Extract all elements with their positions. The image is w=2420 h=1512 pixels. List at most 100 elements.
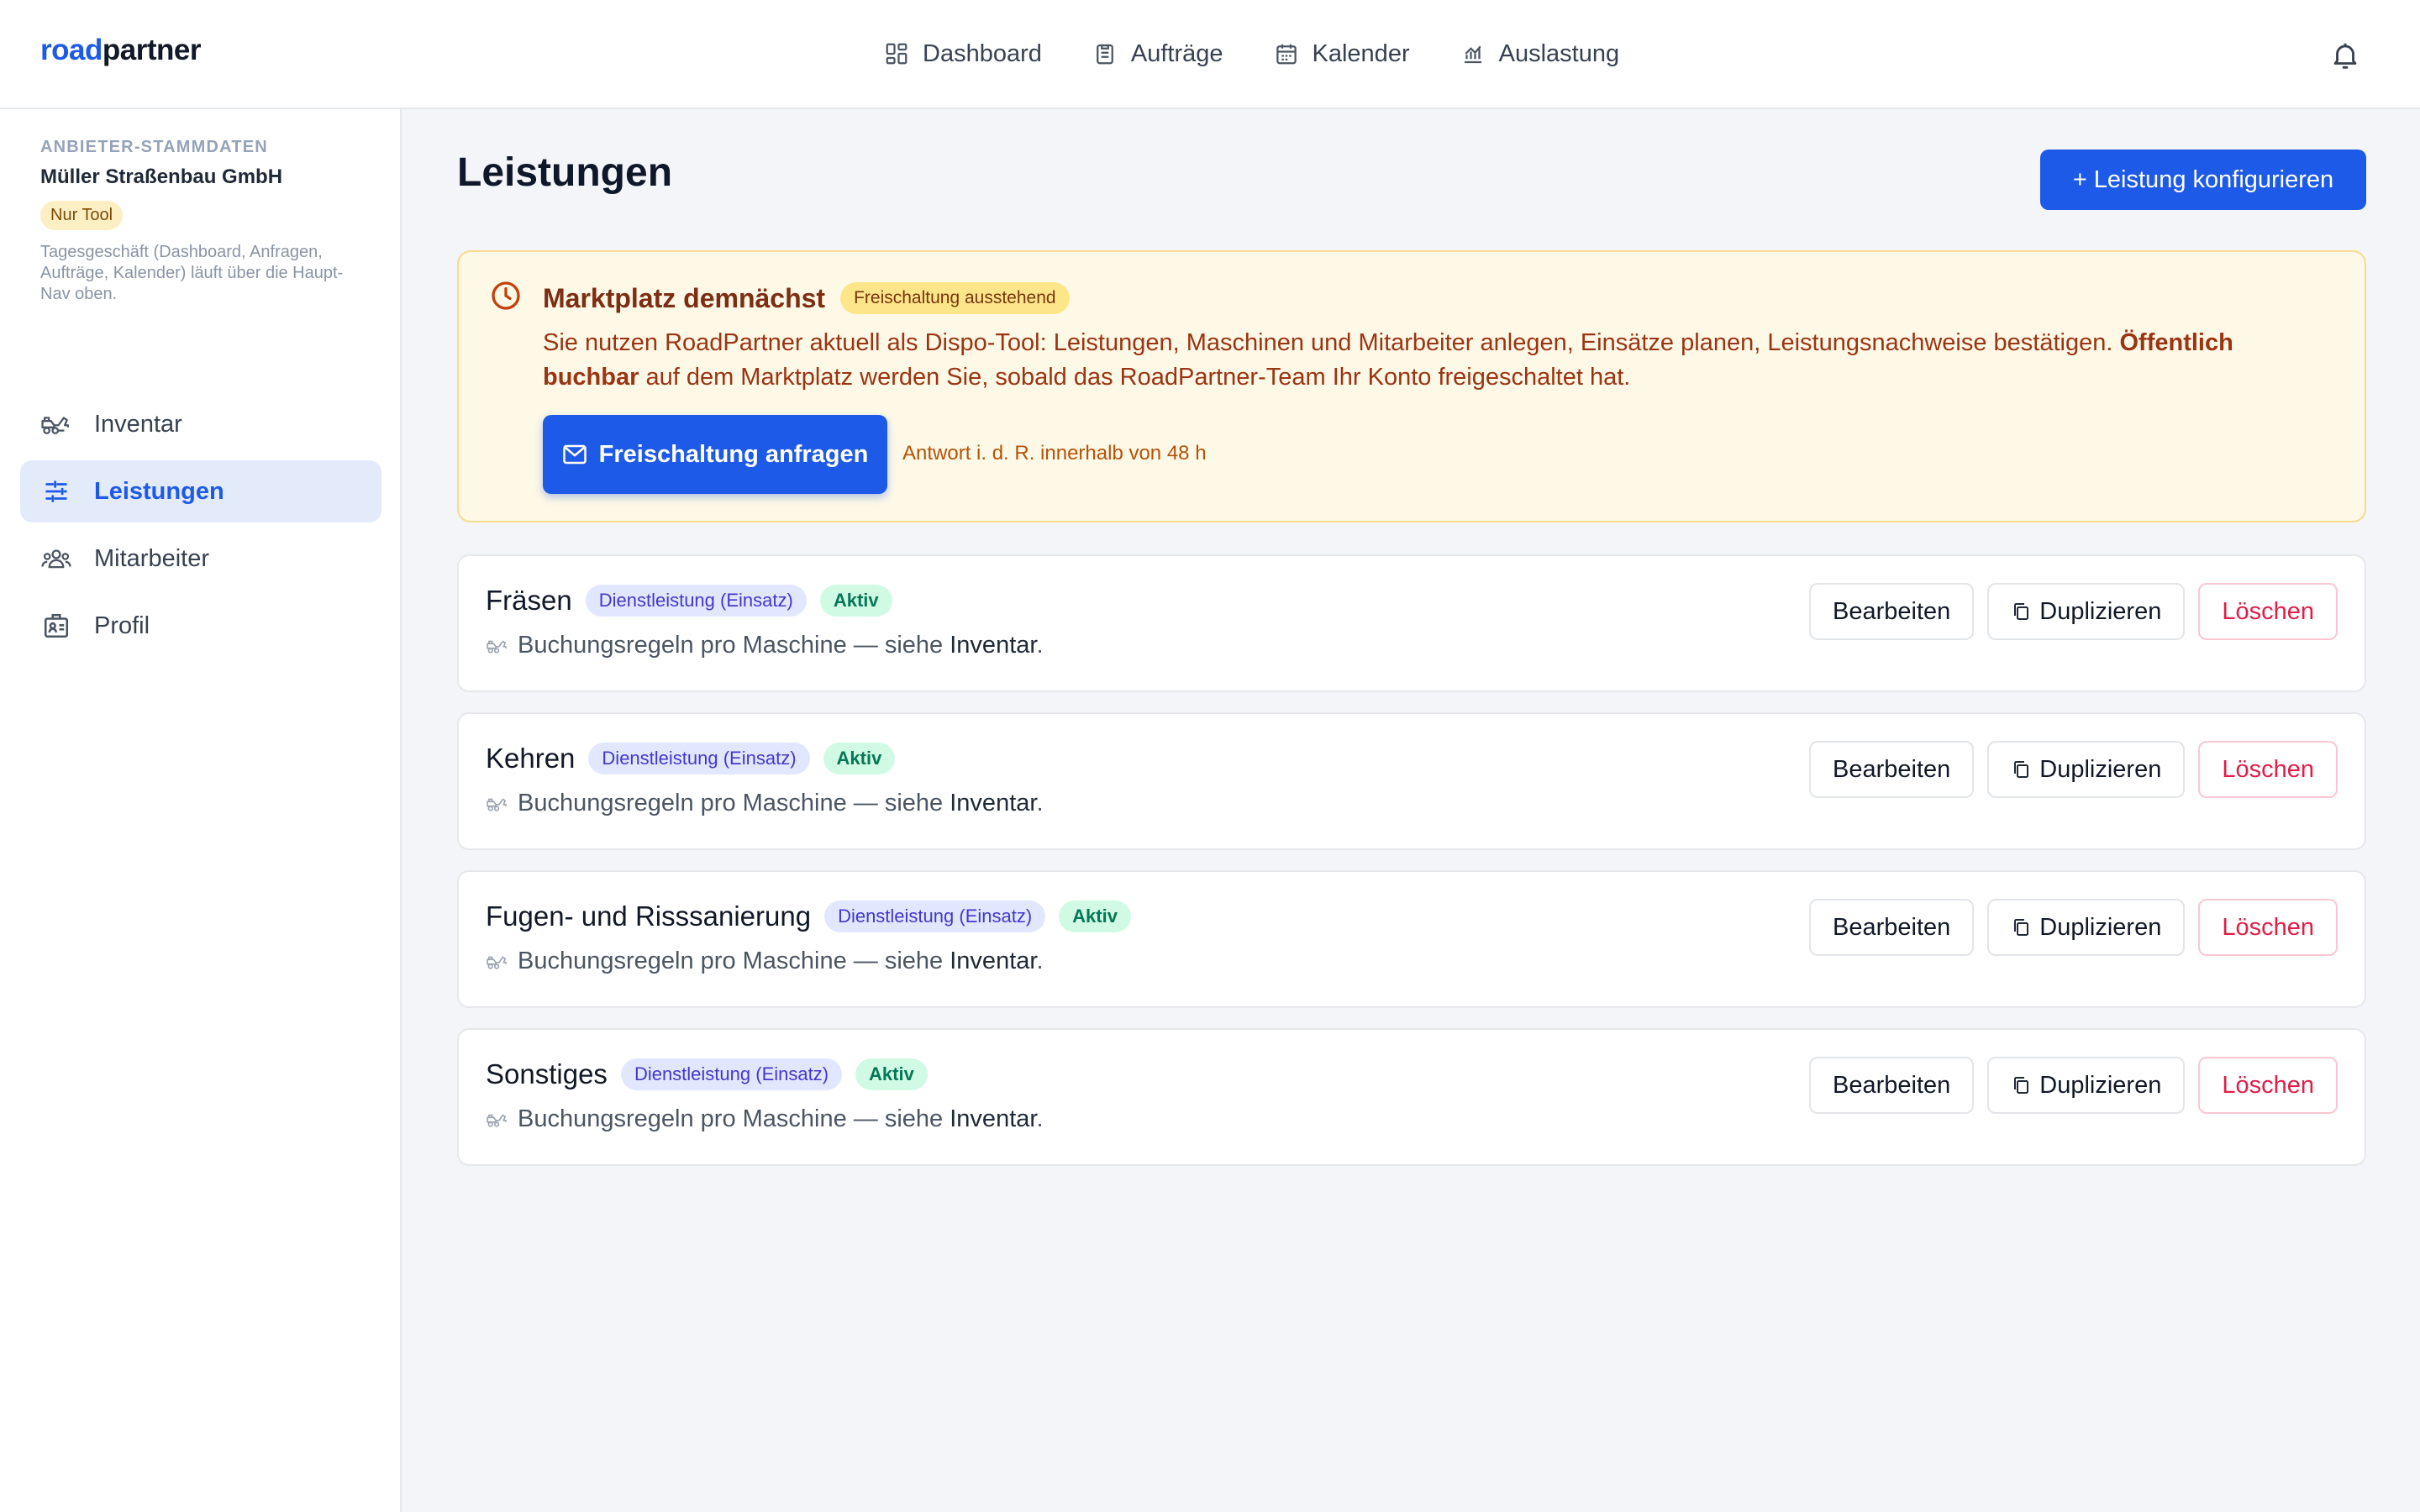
truck-icon (487, 640, 507, 654)
dashboard-icon (886, 43, 908, 65)
brand-logo[interactable]: roadpartner (40, 34, 201, 67)
inventar-link[interactable]: Inventar (950, 790, 1036, 816)
card-actions: Bearbeiten Duplizieren Löschen (1808, 583, 2338, 640)
service-card: Sonstiges Dienstleistung (Einsatz) Aktiv… (457, 1028, 2366, 1166)
configure-service-button[interactable]: + Leistung konfigurieren (2040, 150, 2366, 210)
company-name: Müller Straßenbau GmbH (40, 165, 283, 188)
card-actions: Bearbeiten Duplizieren Löschen (1808, 741, 2338, 798)
sidebar-item-label: Leistungen (94, 477, 224, 505)
service-type-badge: Dienstleistung (Einsatz) (824, 900, 1046, 932)
service-name: Fräsen (486, 585, 572, 616)
service-name: Kehren (486, 743, 576, 774)
bell-icon[interactable] (2329, 39, 2361, 72)
delete-button[interactable]: Löschen (2198, 741, 2338, 798)
banner-text: Sie nutzen RoadPartner aktuell als Dispo… (543, 326, 2316, 395)
duplicate-button[interactable]: Duplizieren (1987, 741, 2186, 798)
service-type-badge: Dienstleistung (Einsatz) (585, 585, 807, 617)
main-nav: Dashboard Aufträge Kalender Auslastung (884, 0, 1619, 108)
service-title-row: Fräsen Dienstleistung (Einsatz) Aktiv (486, 585, 892, 617)
status-badge: Freischaltung ausstehend (840, 282, 1070, 314)
service-title-row: Fugen- und Risssanierung Dienstleistung … (486, 900, 1131, 932)
booking-rules-end: . (1036, 1105, 1044, 1132)
banner-title: Marktplatz demnächst (543, 282, 826, 313)
mode-badge: Nur Tool (40, 201, 124, 230)
copy-icon (2014, 919, 2029, 936)
service-card: Kehren Dienstleistung (Einsatz) Aktiv Bu… (457, 712, 2366, 850)
nav-label-dashboard: Dashboard (923, 39, 1042, 67)
nav-label-kalender: Kalender (1312, 39, 1410, 67)
booking-rules-end: . (1036, 632, 1044, 659)
nav-item-auftraege[interactable]: Aufträge (1092, 40, 1223, 68)
booking-rules-note: Buchungsregeln pro Maschine — siehe Inve… (486, 948, 1044, 975)
status-badge: Aktiv (823, 743, 896, 774)
duplicate-button[interactable]: Duplizieren (1987, 899, 2186, 956)
nav-item-kalender[interactable]: Kalender (1274, 40, 1410, 68)
nav-item-auslastung[interactable]: Auslastung (1460, 39, 1620, 68)
nav-item-dashboard[interactable]: Dashboard (884, 40, 1042, 68)
sidebar-section-label: ANBIETER-STAMMDATEN (40, 138, 268, 156)
brand-logo-part1: road (40, 34, 103, 66)
booking-rules-text: Buchungsregeln pro Maschine — siehe (518, 790, 950, 816)
duplicate-label: Duplizieren (2039, 1071, 2162, 1099)
response-time-hint: Antwort i. d. R. innerhalb von 48 h (902, 442, 1207, 465)
sidebar-item-mitarbeiter[interactable]: Mitarbeiter (20, 528, 381, 590)
service-card: Fräsen Dienstleistung (Einsatz) Aktiv Bu… (457, 554, 2366, 692)
service-name: Fugen- und Risssanierung (486, 900, 812, 932)
service-name: Sonstiges (486, 1058, 608, 1089)
edit-button[interactable]: Bearbeiten (1808, 741, 1975, 798)
sidebar-item-profil[interactable]: Profil (20, 595, 381, 657)
banner-text-part: Sie nutzen RoadPartner aktuell als Dispo… (543, 329, 2120, 356)
duplicate-label: Duplizieren (2039, 755, 2162, 783)
delete-button[interactable]: Löschen (2198, 1057, 2338, 1114)
delete-button[interactable]: Löschen (2198, 583, 2338, 640)
booking-rules-note: Buchungsregeln pro Maschine — siehe Inve… (486, 1105, 1044, 1133)
status-badge: Aktiv (819, 585, 892, 617)
booking-rules-note: Buchungsregeln pro Maschine — siehe Inve… (486, 790, 1044, 817)
sidebar-item-label: Profil (94, 612, 150, 639)
page-title: Leistungen (457, 150, 673, 195)
request-activation-button[interactable]: Freischaltung anfragen (543, 415, 887, 494)
duplicate-label: Duplizieren (2039, 913, 2162, 941)
truck-icon (487, 1114, 507, 1127)
copy-icon (2014, 761, 2029, 778)
people-icon (41, 549, 71, 569)
delete-button[interactable]: Löschen (2198, 899, 2338, 956)
sliders-icon (45, 480, 67, 502)
truck-icon (41, 417, 70, 434)
truck-icon (487, 956, 507, 969)
booking-rules-note: Buchungsregeln pro Maschine — siehe Inve… (486, 632, 1044, 659)
top-bar: roadpartner Dashboard Aufträge Kalender … (0, 0, 2420, 109)
chart-icon (1464, 45, 1481, 64)
booking-rules-text: Buchungsregeln pro Maschine — siehe (518, 632, 950, 659)
service-card: Fugen- und Risssanierung Dienstleistung … (457, 870, 2366, 1008)
inventar-link[interactable]: Inventar (950, 1105, 1036, 1132)
status-badge: Aktiv (855, 1058, 928, 1090)
card-actions: Bearbeiten Duplizieren Löschen (1808, 899, 2338, 956)
booking-rules-text: Buchungsregeln pro Maschine — siehe (518, 948, 950, 974)
nav-label-auftraege: Aufträge (1130, 39, 1223, 67)
booking-rules-text: Buchungsregeln pro Maschine — siehe (518, 1105, 950, 1132)
calendar-icon (1276, 44, 1297, 65)
provider-info: ANBIETER-STAMMDATEN Müller Straßenbau Gm… (40, 138, 376, 305)
marketplace-banner: Marktplatz demnächst Freischaltung ausst… (457, 250, 2366, 522)
sidebar-item-label: Mitarbeiter (94, 544, 209, 572)
copy-icon (2014, 603, 2029, 620)
edit-button[interactable]: Bearbeiten (1808, 1057, 1975, 1114)
service-type-badge: Dienstleistung (Einsatz) (588, 743, 810, 774)
duplicate-button[interactable]: Duplizieren (1987, 1057, 2186, 1114)
sidebar: ANBIETER-STAMMDATEN Müller Straßenbau Gm… (0, 109, 402, 1512)
duplicate-button[interactable]: Duplizieren (1987, 583, 2186, 640)
inventar-link[interactable]: Inventar (950, 948, 1036, 974)
edit-button[interactable]: Bearbeiten (1808, 583, 1975, 640)
copy-icon (2014, 1077, 2029, 1094)
sidebar-item-inventar[interactable]: Inventar (20, 393, 381, 455)
inventar-link[interactable]: Inventar (950, 632, 1036, 659)
sidebar-item-leistungen[interactable]: Leistungen (20, 460, 381, 522)
banner-title-row: Marktplatz demnächst Freischaltung ausst… (543, 282, 1070, 314)
clock-icon (492, 281, 520, 310)
card-actions: Bearbeiten Duplizieren Löschen (1808, 1057, 2338, 1114)
sidebar-item-label: Inventar (94, 410, 182, 438)
edit-button[interactable]: Bearbeiten (1808, 899, 1975, 956)
service-title-row: Sonstiges Dienstleistung (Einsatz) Aktiv (486, 1058, 928, 1090)
nav-label-auslastung: Auslastung (1498, 39, 1620, 67)
